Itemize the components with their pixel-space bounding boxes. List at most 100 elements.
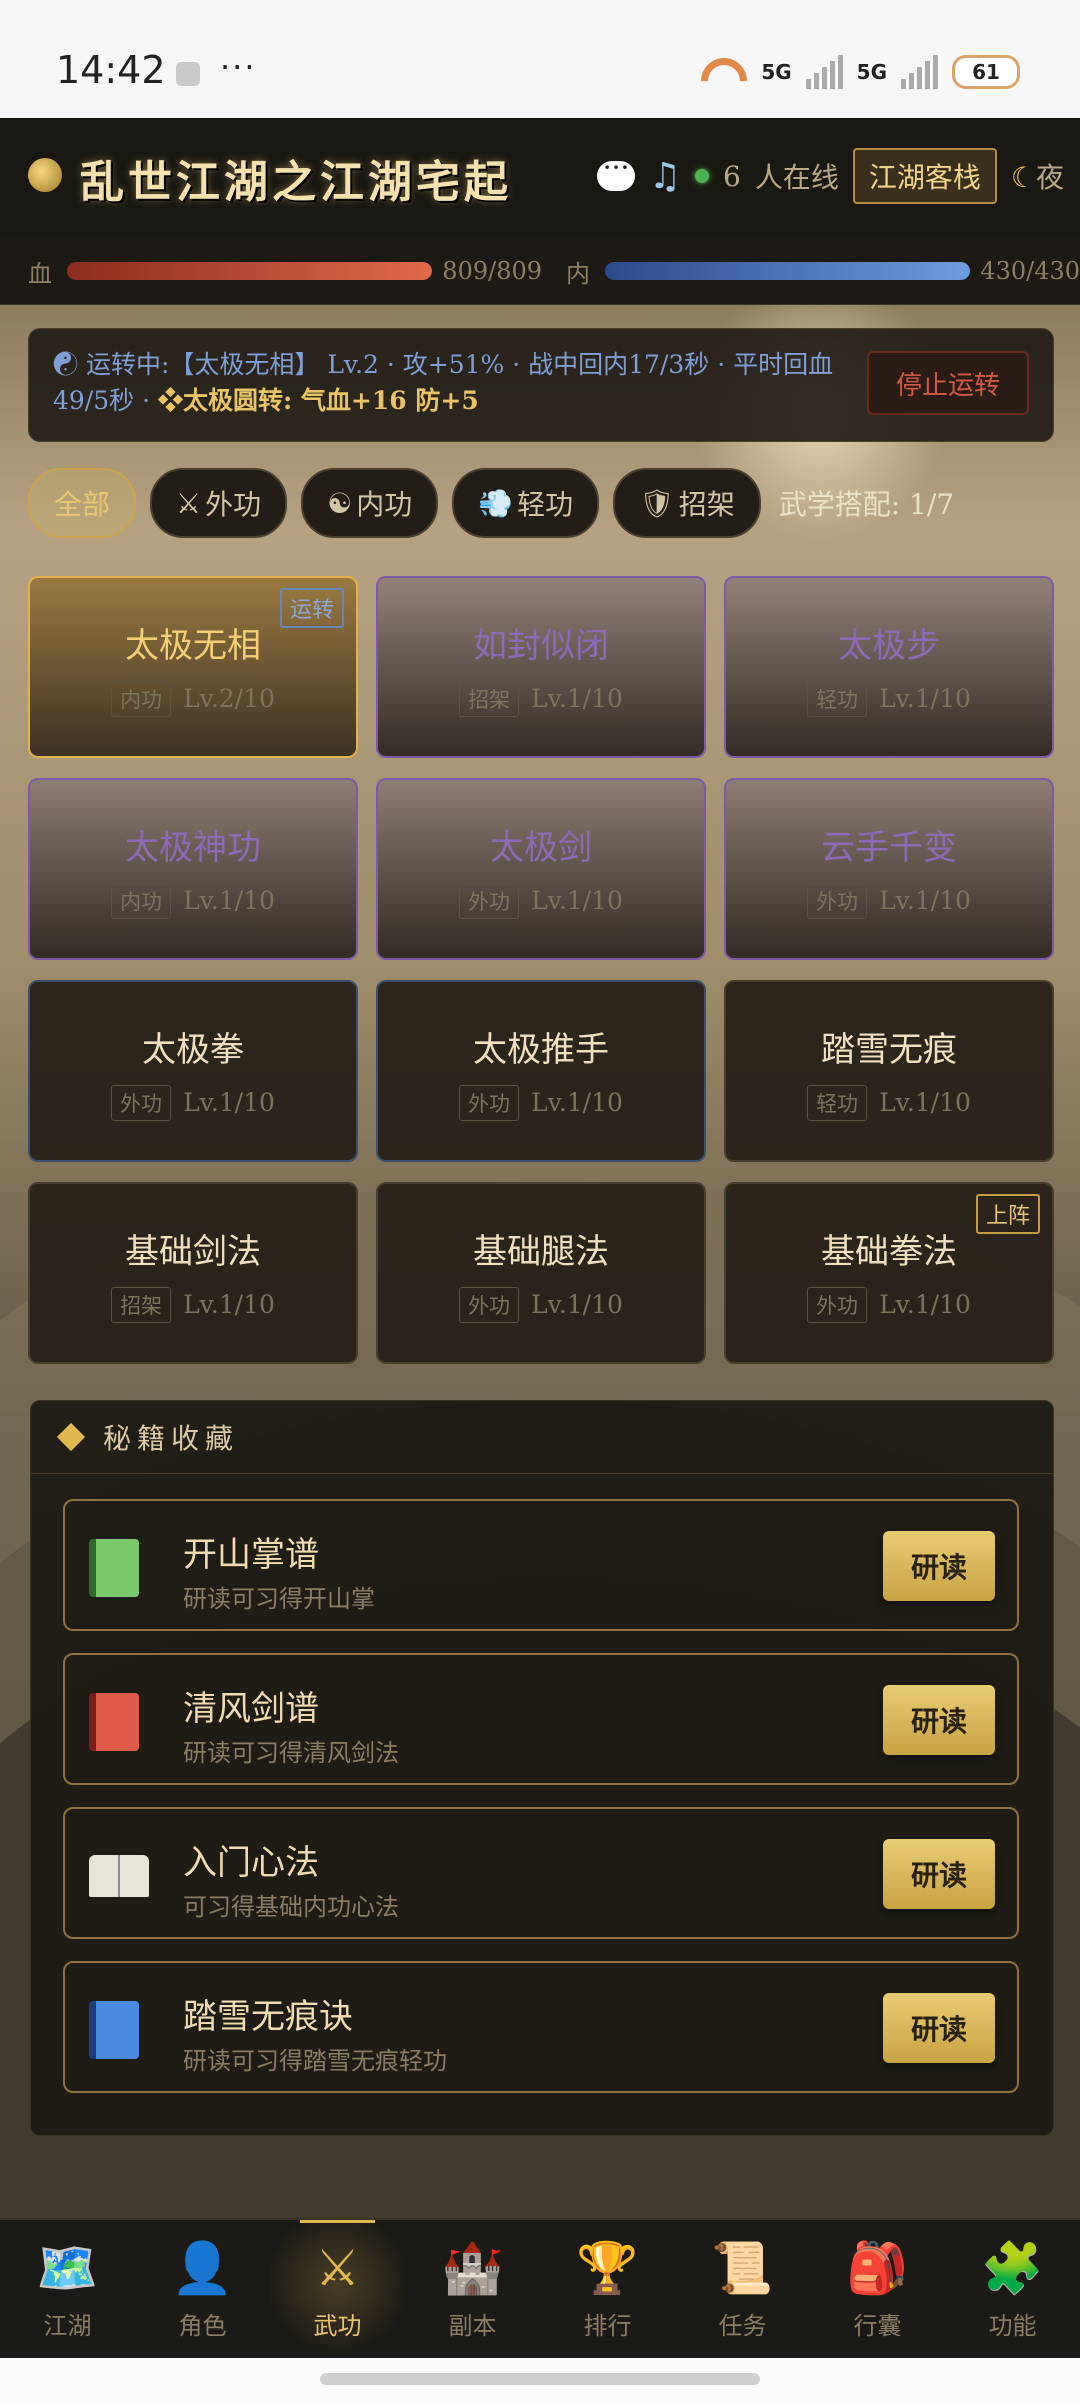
filter-external-label: 外功	[205, 488, 262, 521]
stop-cultivation-button[interactable]: 停止运转	[867, 351, 1029, 415]
skill-card[interactable]: 基础腿法 外功 Lv.1/10	[376, 1182, 706, 1364]
skill-name: 太极拳	[142, 1029, 244, 1070]
skill-card[interactable]: 上阵 基础拳法 外功 Lv.1/10	[724, 1182, 1054, 1364]
skill-level: Lv.1/10	[531, 1290, 623, 1319]
status-time: 14:42	[56, 48, 166, 92]
nav-ranking[interactable]: 🏆 排行	[540, 2220, 675, 2360]
shield-icon: 🛡	[639, 486, 675, 520]
nav-tasks[interactable]: 📜 任务	[675, 2220, 810, 2360]
skill-name: 基础剑法	[125, 1231, 261, 1272]
skill-card[interactable]: 踏雪无痕 轻功 Lv.1/10	[724, 980, 1054, 1162]
book-description: 研读可习得清风剑法	[183, 1739, 399, 1767]
mp-label: 内	[566, 259, 590, 288]
yin-yang-icon: ☯	[53, 350, 86, 379]
yin-yang-icon: ☯	[327, 486, 353, 520]
skill-level: Lv.1/10	[879, 1290, 971, 1319]
battery-icon: 61	[952, 55, 1020, 89]
skill-card[interactable]: 太极神功 内功 Lv.1/10	[28, 778, 358, 960]
skill-type-tag: 内功	[111, 882, 172, 919]
chat-icon[interactable]	[596, 151, 635, 191]
book-name: 入门心法	[183, 1843, 319, 1883]
book-name: 开山掌谱	[183, 1535, 319, 1575]
secret-books-header: 秘籍收藏	[31, 1401, 1053, 1474]
skill-card[interactable]: 运转 太极无相 内功 Lv.2/10	[28, 576, 358, 758]
equipped-badge: 上阵	[975, 1194, 1040, 1234]
read-book-button[interactable]: 研读	[883, 1839, 995, 1909]
skill-type-tag: 外功	[111, 1084, 172, 1121]
nav-label: 任务	[718, 2311, 767, 2340]
skill-card[interactable]: 太极拳 外功 Lv.1/10	[28, 980, 358, 1162]
skill-card[interactable]: 太极剑 外功 Lv.1/10	[376, 778, 706, 960]
nav-functions[interactable]: 🧩 功能	[945, 2220, 1080, 2360]
game-title: 乱世江湖之江湖宅起	[80, 157, 512, 208]
skill-card[interactable]: 如封似闭 招架 Lv.1/10	[376, 576, 706, 758]
filter-lightness[interactable]: 💨 轻功	[452, 468, 600, 538]
read-book-button[interactable]: 研读	[883, 1685, 995, 1755]
skill-name: 如封似闭	[473, 625, 609, 666]
signal-icon-1	[805, 55, 843, 89]
music-icon[interactable]: ♫	[649, 156, 681, 197]
skill-type-tag: 内功	[111, 680, 172, 717]
nav-inventory[interactable]: 🎒 行囊	[810, 2220, 945, 2360]
filter-internal-label: 内功	[356, 488, 413, 521]
filter-parry-label: 招架	[678, 488, 735, 521]
mp-bar-fill	[605, 262, 971, 280]
filter-all-label: 全部	[54, 488, 111, 521]
moon-icon: ☾	[1010, 161, 1036, 194]
skill-card[interactable]: 云手千变 外功 Lv.1/10	[724, 778, 1054, 960]
night-toggle[interactable]: ☾夜	[1011, 156, 1064, 196]
skill-name: 太极推手	[473, 1029, 609, 1070]
skill-level: Lv.1/10	[531, 684, 623, 713]
network-type-1: 5G	[761, 60, 792, 84]
diamond-icon	[56, 1422, 86, 1452]
filter-all[interactable]: 全部	[28, 468, 137, 538]
system-status-bar: 14:42 ··· 5G 5G 61	[0, 0, 1080, 118]
filter-internal[interactable]: ☯ 内功	[301, 468, 439, 538]
green-book-icon	[89, 1539, 139, 1597]
skill-card[interactable]: 基础剑法 招架 Lv.1/10	[28, 1182, 358, 1364]
hp-bar-fill	[67, 262, 433, 280]
cultivation-line2: 49/5秒 ·	[53, 386, 158, 415]
mp-value: 430/430	[980, 257, 1080, 285]
status-indicators: 5G 5G 61	[701, 54, 1020, 90]
app-notification-icon	[176, 62, 200, 86]
skill-level: Lv.2/10	[183, 684, 275, 713]
puzzle-icon: 🧩	[981, 2238, 1044, 2297]
filter-external[interactable]: ⚔ 外功	[150, 468, 288, 538]
skill-name: 太极步	[838, 625, 940, 666]
skill-card[interactable]: 太极推手 外功 Lv.1/10	[376, 980, 706, 1162]
book-name: 踏雪无痕诀	[183, 1997, 353, 2037]
nav-jianghu[interactable]: 🗺️ 江湖	[0, 2220, 135, 2360]
red-book-icon	[89, 1693, 139, 1751]
nav-martial-arts[interactable]: ⚔ 武功	[270, 2220, 405, 2360]
skill-loadout-count: 武学搭配: 1/7	[778, 488, 955, 521]
hp-value: 809/809	[442, 257, 542, 285]
nav-dungeon[interactable]: 🏰 副本	[405, 2220, 540, 2360]
skill-filter-bar: 全部 ⚔ 外功 ☯ 内功 💨 轻功 🛡 招架 武学搭配: 1/7	[28, 468, 954, 538]
filter-parry[interactable]: 🛡 招架	[613, 468, 761, 538]
read-book-button[interactable]: 研读	[883, 1993, 995, 2063]
skill-card[interactable]: 太极步 轻功 Lv.1/10	[724, 576, 1054, 758]
read-book-button[interactable]: 研读	[883, 1531, 995, 1601]
online-label: 人在线	[754, 161, 839, 194]
skill-type-tag: 轻功	[807, 1084, 868, 1121]
cultivation-bonus: 太极圆转: 气血+16 防+5	[183, 386, 479, 415]
bonus-icon: ❖	[157, 386, 183, 415]
person-icon: 👤	[171, 2238, 234, 2297]
resource-bar: 血 809/809 内 430/430	[0, 238, 1080, 305]
skill-type-tag: 外功	[459, 1084, 520, 1121]
book-description: 可习得基础内功心法	[183, 1893, 399, 1921]
home-indicator[interactable]	[320, 2373, 760, 2385]
nav-label: 副本	[448, 2311, 497, 2340]
cultivation-status: ☯ 运转中:【太极无相】 Lv.2 · 攻+51% · 战中回内17/3秒 · …	[53, 347, 853, 419]
book-name: 清风剑谱	[183, 1689, 319, 1729]
nav-character[interactable]: 👤 角色	[135, 2220, 270, 2360]
sword-icon: ⚔	[176, 486, 202, 520]
book-description: 研读可习得踏雪无痕轻功	[183, 2047, 447, 2075]
skill-grid: 运转 太极无相 内功 Lv.2/10 如封似闭 招架 Lv.1/10 太极步 轻功 L…	[28, 576, 1054, 1364]
nav-label: 行囊	[853, 2311, 902, 2340]
nav-label: 排行	[583, 2311, 632, 2340]
inn-button[interactable]: 江湖客栈	[852, 148, 997, 204]
scroll-icon: 📜	[711, 2238, 774, 2297]
skill-type-tag: 外功	[807, 1286, 868, 1323]
